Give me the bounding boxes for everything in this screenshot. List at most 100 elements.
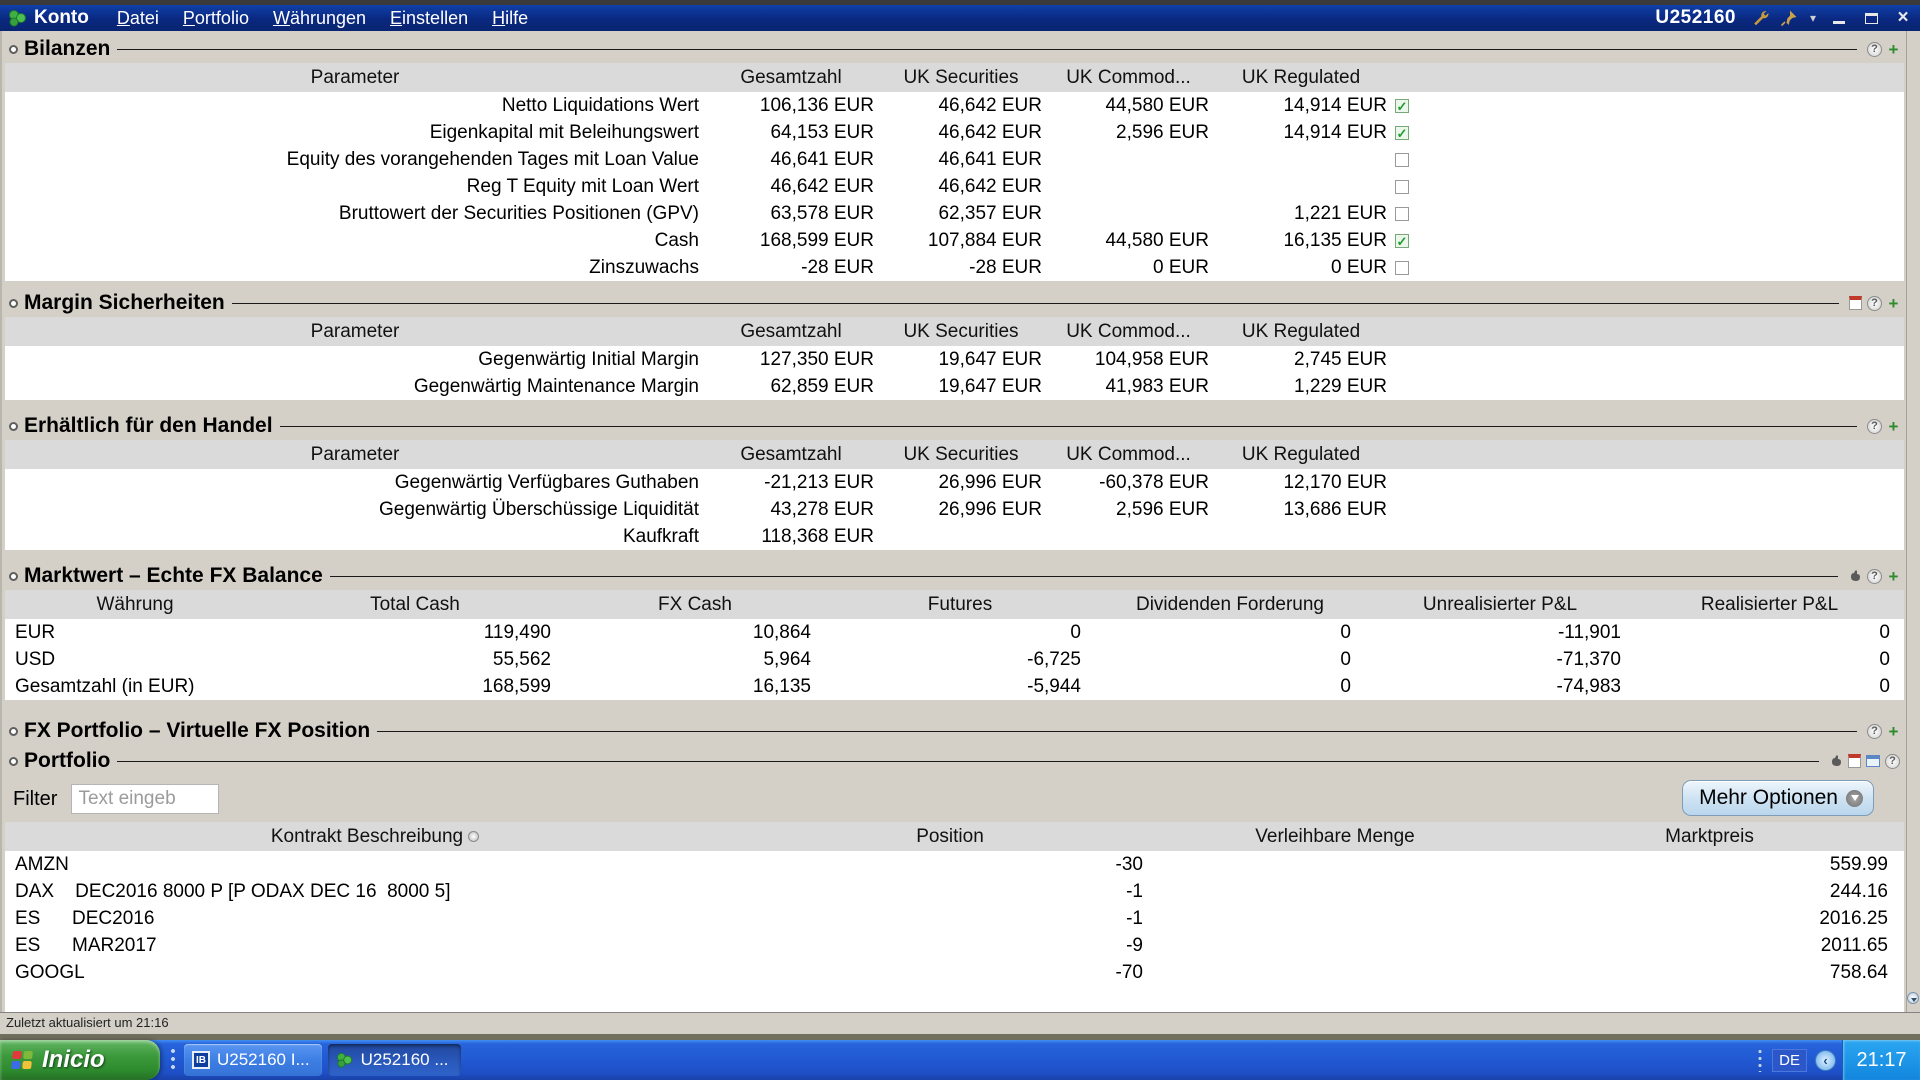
question-icon[interactable] xyxy=(1867,569,1882,584)
question-icon[interactable] xyxy=(1867,724,1882,739)
table-row[interactable]: AMZN -30 559.99 xyxy=(5,851,1904,878)
maximize-button[interactable] xyxy=(1860,9,1882,27)
filter-input[interactable] xyxy=(71,784,219,814)
calendar-icon[interactable] xyxy=(1849,296,1862,310)
cell-uk-commodities xyxy=(1045,523,1212,550)
table-row[interactable]: ES MAR2017 -9 2011.65 xyxy=(5,932,1904,959)
question-icon[interactable] xyxy=(1867,296,1882,311)
calendar-icon[interactable] xyxy=(1848,754,1861,768)
collapse-toggle-icon[interactable] xyxy=(9,422,18,431)
row-checkbox[interactable] xyxy=(1395,234,1409,248)
col-uk-commodities: UK Commod... xyxy=(1045,63,1212,92)
collapse-toggle-icon[interactable] xyxy=(9,299,18,308)
divider-line xyxy=(117,761,1819,762)
collapse-toggle-icon[interactable] xyxy=(9,727,18,736)
cell-uk-commodities: 44,580 EUR xyxy=(1045,92,1212,119)
question-icon[interactable] xyxy=(1867,42,1882,57)
collapse-toggle-icon[interactable] xyxy=(9,757,18,766)
collapse-toggle-icon[interactable] xyxy=(9,572,18,581)
collapse-toggle-icon[interactable] xyxy=(9,45,18,54)
add-icon[interactable] xyxy=(1887,296,1900,311)
wrench-icon[interactable] xyxy=(1752,9,1770,27)
quick-launch-separator[interactable] xyxy=(168,1047,178,1073)
start-label: Inicio xyxy=(42,1046,105,1074)
divider-line xyxy=(377,731,1857,732)
margin-column-headers: Parameter Gesamtzahl UK Securities UK Co… xyxy=(5,317,1904,346)
hand-icon[interactable] xyxy=(1848,569,1862,583)
table-row[interactable]: ES DEC2016 -1 2016.25 xyxy=(5,905,1904,932)
hand-icon[interactable] xyxy=(1829,754,1843,768)
add-icon[interactable] xyxy=(1887,724,1900,739)
scrollbar[interactable] xyxy=(1906,31,1920,1012)
cell-futures: -5,944 xyxy=(825,673,1095,700)
table-row[interactable]: GOOGL -70 758.64 xyxy=(5,959,1904,986)
more-options-button[interactable]: Mehr Optionen xyxy=(1682,780,1874,816)
cell-position: -1 xyxy=(745,905,1155,932)
cell-uk-commodities: 0 EUR xyxy=(1045,254,1212,281)
row-checkbox[interactable] xyxy=(1395,207,1409,221)
cell-contract: GOOGL xyxy=(5,959,745,986)
account-id: U252160 xyxy=(1655,7,1736,29)
cell-uk-securities: 19,647 EUR xyxy=(877,373,1045,400)
caret-down-icon[interactable]: ▾ xyxy=(1810,11,1816,25)
pin-icon[interactable] xyxy=(1780,9,1798,27)
cell-currency: USD xyxy=(5,646,265,673)
row-label: Kaufkraft xyxy=(5,523,705,550)
cell-uk-regulated: 1,221 EUR xyxy=(1212,200,1390,227)
add-icon[interactable] xyxy=(1887,42,1900,57)
menu-einstellen[interactable]: Einstellen xyxy=(380,8,478,29)
table-row[interactable]: DAX DEC2016 8000 P [P ODAX DEC 16 8000 5… xyxy=(5,878,1904,905)
cell-realisierter-pl: 0 xyxy=(1635,619,1904,646)
section-title: Bilanzen xyxy=(24,37,110,61)
language-indicator[interactable]: DE xyxy=(1772,1049,1807,1072)
taskbar: Inicio IB U252160 I... U252160 ... DE ‹ … xyxy=(0,1040,1920,1080)
col-marktpreis[interactable]: Marktpreis xyxy=(1515,822,1904,851)
col-parameter: Parameter xyxy=(5,317,705,346)
windows-flag-icon xyxy=(10,1048,34,1072)
table-row: Reg T Equity mit Loan Wert 46,642 EUR 46… xyxy=(5,173,1904,200)
menu-datei[interactable]: Datei xyxy=(107,8,169,29)
close-button[interactable]: × xyxy=(1892,9,1914,27)
tray-collapse-icon[interactable]: ‹ xyxy=(1815,1050,1836,1071)
question-icon[interactable] xyxy=(1885,754,1900,769)
menu-hilfe[interactable]: Hilfe xyxy=(482,8,538,29)
taskbar-button-konto[interactable]: U252160 ... xyxy=(328,1044,461,1076)
question-icon[interactable] xyxy=(1867,419,1882,434)
tray-handle[interactable] xyxy=(1756,1048,1764,1072)
row-label: Bruttowert der Securities Positionen (GP… xyxy=(5,200,705,227)
scroll-down-icon[interactable] xyxy=(1907,992,1919,1004)
row-label: Gegenwärtig Verfügbares Guthaben xyxy=(5,469,705,496)
col-position[interactable]: Position xyxy=(745,822,1155,851)
minimize-button[interactable] xyxy=(1828,9,1850,27)
screen: Konto Datei Portfolio Währungen Einstell… xyxy=(0,0,1920,1080)
window-icon[interactable] xyxy=(1866,755,1880,767)
cell-uk-commodities xyxy=(1045,146,1212,173)
row-checkbox[interactable] xyxy=(1395,180,1409,194)
col-kontrakt-beschreibung[interactable]: Kontrakt Beschreibung xyxy=(271,822,463,851)
menu-waehrungen[interactable]: Währungen xyxy=(263,8,376,29)
cell-market-price: 2011.65 xyxy=(1515,932,1904,959)
section-title: Margin Sicherheiten xyxy=(24,291,225,315)
cell-uk-regulated xyxy=(1212,173,1390,200)
cell-uk-regulated: 12,170 EUR xyxy=(1212,469,1390,496)
start-button[interactable]: Inicio xyxy=(0,1040,160,1080)
cell-uk-commodities: 104,958 EUR xyxy=(1045,346,1212,373)
row-checkbox[interactable] xyxy=(1395,126,1409,140)
taskbar-clock[interactable]: 21:17 xyxy=(1842,1040,1920,1080)
col-uk-securities: UK Securities xyxy=(877,317,1045,346)
sort-indicator-icon[interactable] xyxy=(468,831,479,842)
portfolio-filter-row: Filter Mehr Optionen xyxy=(5,776,1904,822)
system-tray: DE ‹ 21:17 xyxy=(1756,1040,1920,1080)
table-row: Gesamtzahl (in EUR) 168,599 16,135 -5,94… xyxy=(5,673,1904,700)
add-icon[interactable] xyxy=(1887,569,1900,584)
row-checkbox[interactable] xyxy=(1395,261,1409,275)
row-checkbox[interactable] xyxy=(1395,153,1409,167)
col-verleihbare-menge[interactable]: Verleihbare Menge xyxy=(1155,822,1515,851)
table-row: Zinszuwachs -28 EUR -28 EUR 0 EUR 0 EUR xyxy=(5,254,1904,281)
add-icon[interactable] xyxy=(1887,419,1900,434)
menu-portfolio[interactable]: Portfolio xyxy=(173,8,259,29)
row-checkbox[interactable] xyxy=(1395,99,1409,113)
taskbar-button-tws[interactable]: IB U252160 I... xyxy=(184,1044,322,1076)
section-marktwert: Marktwert – Echte FX Balance xyxy=(5,562,1904,590)
cell-futures: -6,725 xyxy=(825,646,1095,673)
